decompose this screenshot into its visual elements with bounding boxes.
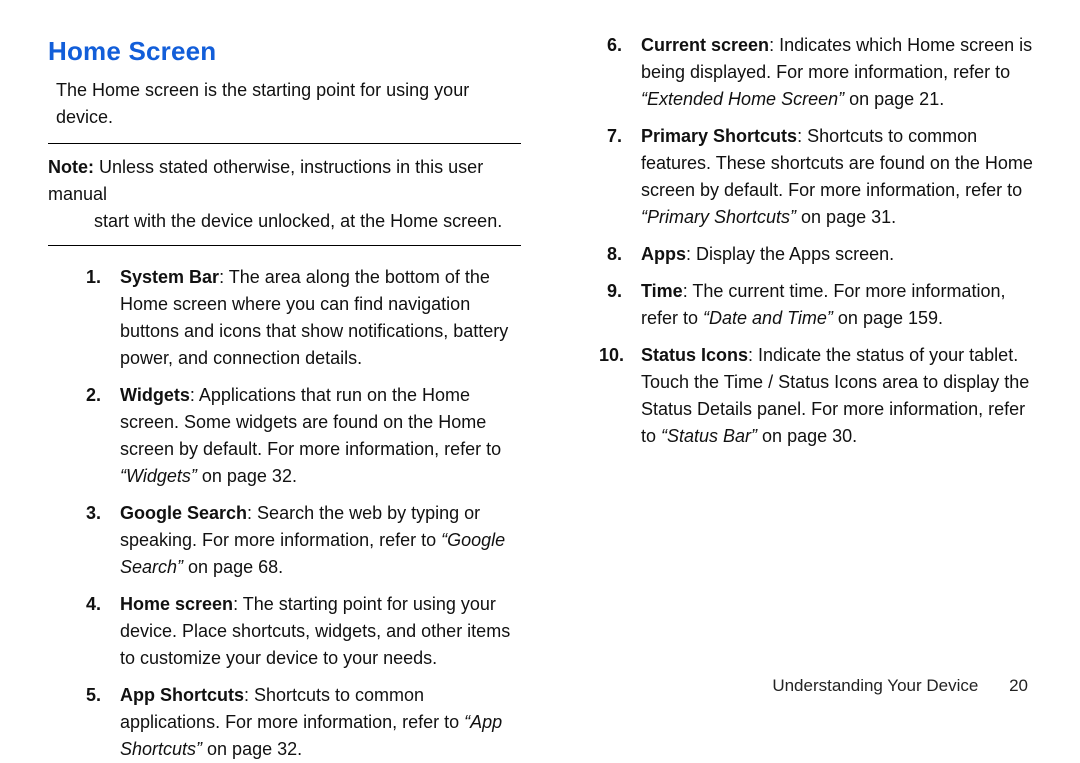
item-term: Apps <box>641 244 686 264</box>
item-ref: “Status Bar” <box>661 426 757 446</box>
item-term: Current screen <box>641 35 769 55</box>
item-term: Home screen <box>120 594 233 614</box>
item-number: 1. <box>86 264 101 291</box>
list-item: 5. App Shortcuts: Shortcuts to common ap… <box>120 682 521 763</box>
item-number: 4. <box>86 591 101 618</box>
list-item: 7. Primary Shortcuts: Shortcuts to commo… <box>641 123 1042 231</box>
item-text-tail: on page 30. <box>757 426 857 446</box>
item-term: System Bar <box>120 267 219 287</box>
footer-section: Understanding Your Device <box>772 676 978 695</box>
item-text: : Display the Apps screen. <box>686 244 894 264</box>
item-text-tail: on page 159. <box>833 308 943 328</box>
item-ref: “Date and Time” <box>703 308 833 328</box>
list-left: 1. System Bar: The area along the bottom… <box>48 264 521 763</box>
item-term: Primary Shortcuts <box>641 126 797 146</box>
list-item: 3. Google Search: Search the web by typi… <box>120 500 521 581</box>
intro-text: The Home screen is the starting point fo… <box>56 77 521 131</box>
list-item: 10. Status Icons: Indicate the status of… <box>641 342 1042 450</box>
item-term: Widgets <box>120 385 190 405</box>
item-number: 5. <box>86 682 101 709</box>
list-item: 8. Apps: Display the Apps screen. <box>641 241 1042 268</box>
item-text-tail: on page 32. <box>202 739 302 759</box>
list-item: 2. Widgets: Applications that run on the… <box>120 382 521 490</box>
item-term: Time <box>641 281 683 301</box>
item-term: App Shortcuts <box>120 685 244 705</box>
item-text-tail: on page 31. <box>796 207 896 227</box>
item-text-tail: on page 68. <box>183 557 283 577</box>
item-text-tail: on page 32. <box>197 466 297 486</box>
right-column: 6. Current screen: Indicates which Home … <box>545 32 1042 692</box>
item-ref: “Widgets” <box>120 466 197 486</box>
note-line1: Unless stated otherwise, instructions in… <box>48 157 483 204</box>
list-item: 1. System Bar: The area along the bottom… <box>120 264 521 372</box>
list-item: 6. Current screen: Indicates which Home … <box>641 32 1042 113</box>
item-number: 7. <box>607 123 622 150</box>
item-number: 9. <box>607 278 622 305</box>
item-number: 2. <box>86 382 101 409</box>
list-item: 9. Time: The current time. For more info… <box>641 278 1042 332</box>
note-block: Note: Unless stated otherwise, instructi… <box>48 143 521 246</box>
item-number: 10. <box>599 342 624 369</box>
item-number: 3. <box>86 500 101 527</box>
list-item: 4. Home screen: The starting point for u… <box>120 591 521 672</box>
item-text-tail: on page 21. <box>844 89 944 109</box>
footer-page-number: 20 <box>1009 676 1028 695</box>
item-number: 8. <box>607 241 622 268</box>
left-column: Home Screen The Home screen is the start… <box>48 32 545 692</box>
item-term: Status Icons <box>641 345 748 365</box>
note-line2: start with the device unlocked, at the H… <box>48 208 515 235</box>
note-label: Note: <box>48 157 94 177</box>
item-number: 6. <box>607 32 622 59</box>
item-term: Google Search <box>120 503 247 523</box>
item-ref: “Extended Home Screen” <box>641 89 844 109</box>
item-ref: “Primary Shortcuts” <box>641 207 796 227</box>
section-title: Home Screen <box>48 32 521 71</box>
page-footer: Understanding Your Device 20 <box>772 676 1028 696</box>
list-right: 6. Current screen: Indicates which Home … <box>569 32 1042 450</box>
manual-page: Home Screen The Home screen is the start… <box>0 0 1080 720</box>
